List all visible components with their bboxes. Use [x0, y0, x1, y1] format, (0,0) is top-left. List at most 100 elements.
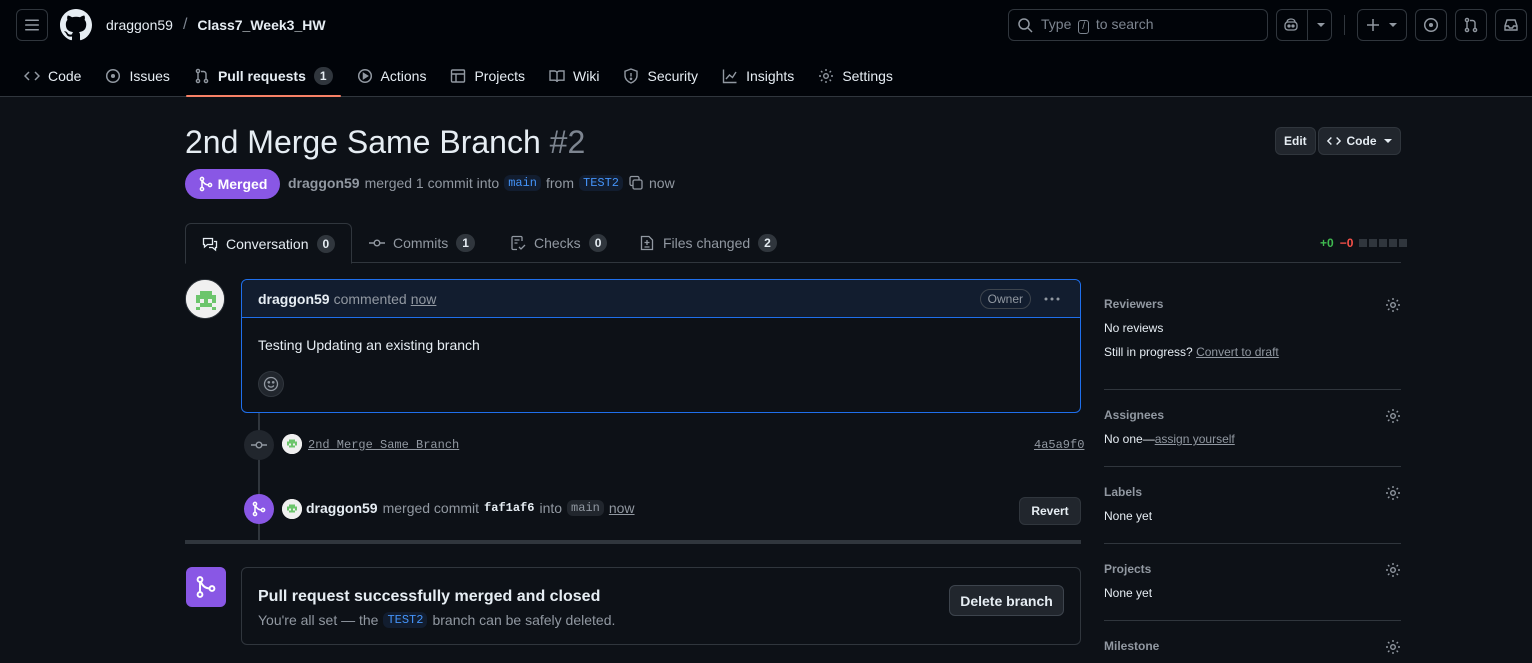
search-input[interactable]: Type / to search	[1008, 9, 1268, 41]
add-reaction-button[interactable]	[258, 371, 284, 397]
nav-actions[interactable]: Actions	[349, 56, 435, 96]
base-branch[interactable]: main	[504, 175, 541, 191]
chevron-down-icon	[1383, 139, 1392, 143]
breadcrumb-separator: /	[182, 16, 188, 33]
comment-box: draggon59 commented now Owner Testing Up…	[241, 279, 1081, 413]
github-logo-icon[interactable]	[60, 9, 92, 41]
nav-insights[interactable]: Insights	[714, 56, 802, 96]
kebab-horizontal-icon[interactable]	[1044, 293, 1060, 305]
merged-branch[interactable]: TEST2	[383, 612, 428, 628]
shield-icon	[624, 68, 639, 84]
merge-icon	[196, 576, 216, 598]
gear-icon[interactable]	[1385, 297, 1401, 313]
assignees-value: No one—assign yourself	[1104, 432, 1235, 446]
sidebar-divider	[1104, 389, 1401, 390]
copilot-icon	[1283, 18, 1298, 31]
sidebar-divider	[1104, 620, 1401, 621]
nav-settings[interactable]: Settings	[810, 56, 901, 96]
nav-code[interactable]: Code	[16, 56, 89, 96]
tab-conversation[interactable]: Conversation 0	[185, 223, 353, 264]
merge-event-badge	[244, 494, 274, 524]
header-divider	[1344, 15, 1345, 35]
pr-title: 2nd Merge Same Branch #2	[185, 124, 586, 160]
merge-author[interactable]: draggon59	[306, 500, 378, 516]
reviewers-heading: Reviewers	[1104, 297, 1164, 311]
code-icon	[1326, 137, 1341, 145]
gear-icon[interactable]	[1385, 639, 1401, 655]
convert-to-draft-link[interactable]: Convert to draft	[1196, 345, 1279, 359]
code-button[interactable]: Code	[1318, 127, 1401, 155]
comment-body: Testing Updating an existing branch	[258, 337, 480, 353]
comment-discussion-icon	[202, 237, 218, 251]
revert-button[interactable]: Revert	[1019, 497, 1081, 525]
hamburger-icon	[25, 19, 39, 31]
gear-icon[interactable]	[1385, 562, 1401, 578]
nav-label: Code	[48, 68, 82, 84]
nav-label: Pull requests	[217, 68, 306, 84]
smiley-icon	[263, 376, 279, 392]
nav-issues[interactable]: Issues	[97, 56, 177, 96]
avatar[interactable]	[282, 499, 302, 519]
gear-icon	[819, 69, 834, 83]
breadcrumb-owner[interactable]: draggon59	[106, 17, 173, 33]
pr-number: #2	[549, 124, 586, 160]
code-icon	[24, 71, 40, 81]
edit-button[interactable]: Edit	[1275, 127, 1316, 155]
copy-icon[interactable]	[628, 175, 644, 191]
copilot-button[interactable]	[1276, 9, 1332, 41]
comment-author[interactable]: draggon59	[258, 291, 330, 307]
graph-icon	[722, 69, 737, 84]
issues-button[interactable]	[1415, 9, 1447, 41]
labels-value: None yet	[1104, 509, 1153, 523]
reviewers-value: No reviews	[1104, 321, 1164, 335]
pr-author[interactable]: draggon59	[288, 175, 360, 191]
play-icon	[357, 68, 372, 84]
nav-wiki[interactable]: Wiki	[541, 56, 607, 96]
file-diff-icon	[640, 235, 654, 251]
inbox-button[interactable]	[1495, 9, 1527, 41]
menu-button[interactable]	[16, 9, 48, 41]
sidebar-divider	[1104, 543, 1401, 544]
commit-event-badge	[244, 430, 274, 460]
commit-message-link[interactable]: 2nd Merge Same Branch	[308, 438, 459, 452]
head-branch[interactable]: TEST2	[579, 175, 624, 191]
breadcrumb-repo[interactable]: Class7_Week3_HW	[197, 17, 325, 33]
issue-icon	[106, 68, 121, 84]
nav-pull-requests[interactable]: Pull requests 1	[185, 56, 341, 97]
tab-checks[interactable]: Checks 0	[510, 223, 608, 263]
repo-header: draggon59 / Class7_Week3_HW Type / to se…	[0, 0, 1532, 97]
pr-meta: draggon59 merged 1 commit into main from…	[288, 175, 675, 191]
sidebar-projects: Projects None yet	[1104, 562, 1401, 600]
gear-icon[interactable]	[1385, 485, 1401, 501]
nav-label: Settings	[842, 68, 893, 84]
merge-commit-sha[interactable]: faf1af6	[484, 501, 534, 515]
assignees-heading: Assignees	[1104, 408, 1165, 422]
labels-heading: Labels	[1104, 485, 1143, 499]
tab-commits[interactable]: Commits 1	[369, 223, 475, 263]
nav-label: Wiki	[573, 68, 600, 84]
merge-branch[interactable]: main	[567, 500, 604, 516]
owner-badge: Owner	[979, 289, 1031, 309]
chevron-down-icon	[1316, 23, 1325, 27]
comment-time[interactable]: now	[411, 291, 437, 307]
issue-icon	[1423, 17, 1439, 33]
breadcrumb: draggon59 / Class7_Week3_HW	[106, 16, 326, 34]
pull-requests-button[interactable]	[1455, 9, 1487, 41]
pull-request-count: 1	[313, 67, 333, 85]
avatar[interactable]	[282, 434, 302, 454]
pr-tabs: Conversation 0 Commits 1 Checks 0 Files cha…	[185, 223, 1401, 264]
merged-status-badge: Merged	[185, 169, 280, 199]
delete-branch-button[interactable]: Delete branch	[949, 585, 1064, 616]
nav-security[interactable]: Security	[615, 56, 706, 96]
nav-projects[interactable]: Projects	[442, 56, 533, 96]
projects-value: None yet	[1104, 586, 1153, 600]
nav-label: Issues	[129, 68, 170, 84]
create-new-button[interactable]	[1357, 9, 1407, 41]
gear-icon[interactable]	[1385, 408, 1401, 424]
commit-icon	[369, 239, 385, 247]
tab-files-changed[interactable]: Files changed 2	[639, 223, 777, 263]
commit-sha-link[interactable]: 4a5a9f0	[1034, 438, 1084, 452]
avatar[interactable]	[185, 279, 225, 319]
assign-yourself-link[interactable]: assign yourself	[1155, 432, 1235, 446]
merge-time[interactable]: now	[609, 500, 635, 516]
